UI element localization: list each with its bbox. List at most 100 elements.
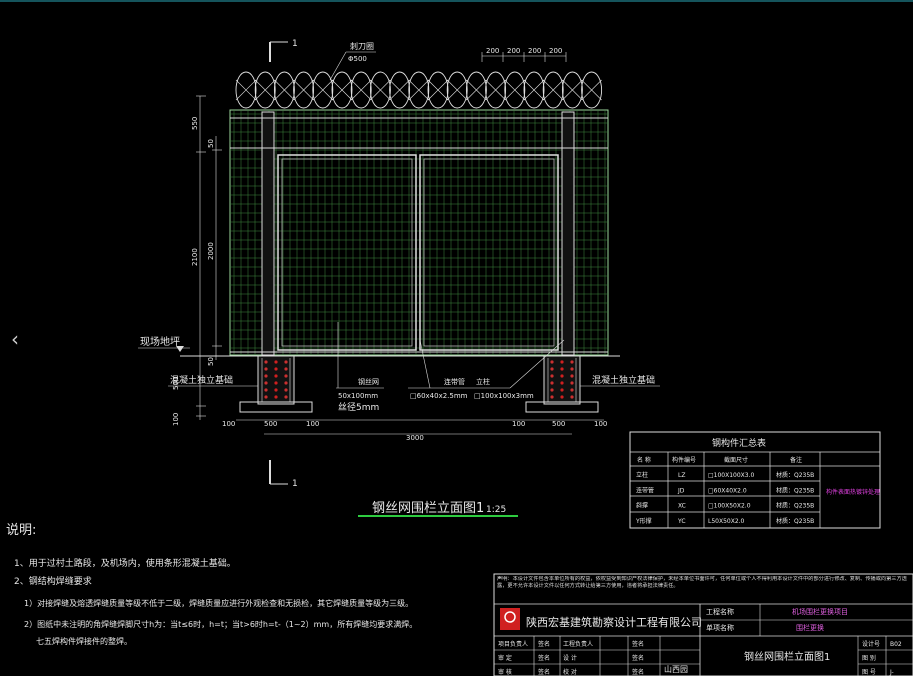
fence-mesh [229,109,609,356]
table-cell: JD [677,487,685,494]
note-line-5: 七五焊构件焊接件的整焊。 [36,636,132,646]
tb-r2c4: 签名 [632,654,644,662]
project-value: 机场围栏更换项目 [792,607,848,616]
left-dim-550: 550 [191,117,199,130]
titleblock-drawing-title: 钢丝网围栏立面图1 [744,650,830,663]
left-dim-100: 100 [172,413,180,426]
cad-drawing-viewer: { "colors":{"background":"#000000","line… [0,0,913,676]
tb-r1c1: 项目负责人 [498,640,528,648]
bottom-dimensions: 100 500 100 100 500 100 3000 [222,419,607,442]
left-dim-2000: 2000 [207,242,215,260]
subproject-label: 单项名称 [706,623,734,632]
tb-r2c1: 审 定 [498,654,512,662]
fence-elevation-drawing: 1 1 刺刀圈 Φ500 现场地坪 混凝土独立基础 混凝土独立基础 钢丝网 50… [0,0,913,676]
foundation-left [239,355,313,413]
razor-wire-diameter: Φ500 [348,55,367,63]
title-block: 声明：本设计文件包含本单位所有的权益，依权益受到知识产权法律保护，未经本单位书面… [493,573,913,676]
subproject-value: 围栏更换 [796,623,824,632]
tb-right-label-1: 设计号 [862,640,880,648]
tb-right-value-1: B02 [890,641,902,648]
left-dim-50-top: 50 [207,139,215,148]
top-dim-3: 200 [528,47,541,55]
tb-r3c2: 签名 [538,668,550,676]
post-label: 立柱 [476,377,490,386]
top-dimensions: 200 200 200 200 [481,47,567,62]
post-spec: □100x100x3mm [474,392,534,400]
mesh-spec-1: 50x100mm [338,392,378,400]
table-cell: Y形撑 [635,517,652,525]
tb-right-label-3: 图 号 [862,669,876,676]
table-cell: 材质：Q235B [776,517,814,525]
tb-r3c1: 审 核 [498,668,512,676]
table-side-note: 构件表面热镀锌处理 [826,488,880,496]
tb-right-value-3: J- [889,669,894,676]
bottom-dim-4: 100 [512,420,525,428]
section-marker-bottom: 1 [269,460,298,489]
table-header-section: 截面尺寸 [724,456,748,464]
prev-page-icon[interactable]: ‹ [4,326,26,352]
bottom-dim-2: 500 [264,420,277,428]
tb-r2c3: 设 计 [563,654,577,662]
table-cell: YC [677,518,686,525]
note-line-4: 2）图纸中未注明的角焊缝焊脚尺寸h为：当t≤6时，h=t；当t>6时h=t-（1… [24,619,417,629]
ground-label: 现场地坪 [140,335,180,348]
razor-wire-coils [235,71,603,109]
tb-r1c3: 工程负责人 [563,640,593,648]
rail-spec: □60x40x2.5mm [410,392,468,400]
table-cell: 材质：Q235B [776,502,814,510]
section-marker-top: 1 [269,39,298,62]
drawing-title: 钢丝网围栏立面图1 1:25 [358,501,518,517]
table-cell: XC [678,503,686,510]
bottom-dim-6: 100 [594,420,607,428]
table-header-name: 名 称 [637,456,651,464]
project-label: 工程名称 [706,607,734,616]
table-cell: 立柱 [636,471,648,479]
table-cell: L50X50X2.0 [708,518,745,525]
table-cell: 材质：Q235B [776,486,814,494]
tb-r3c4: 签名 [632,668,644,676]
bottom-dim-3: 100 [306,420,319,428]
general-notes: 说明: 1、用于过村土路段，及机场内，使用条形混凝土基础。 2、钢结构焊缝要求 … [6,523,417,646]
tb-r1c4: 签名 [632,640,644,648]
table-cell: 连带管 [636,486,654,494]
table-header-note: 备注 [790,456,802,464]
tb-r1c2: 签名 [538,640,550,648]
signature-label: 山西园 [664,664,688,674]
table-title: 钢构件汇总表 [712,437,766,449]
razor-wire-label: 刺刀圈 [350,42,374,51]
steel-member-table: 钢构件汇总表 名 称 构件编号 截面尺寸 备注 立柱 LZ □100X100X3.0… [629,431,881,529]
drawing-title-text: 钢丝网围栏立面图1 [372,501,484,516]
top-dim-2: 200 [507,47,520,55]
tb-r3c3: 校 对 [563,668,577,676]
mesh-spec-2: 丝径5mm [338,401,379,413]
company-name: 陕西宏基建筑勘察设计工程有限公司 [526,615,702,629]
table-cell: □100X50X2.0 [708,503,751,510]
top-dim-4: 200 [549,47,562,55]
tb-right-label-2: 图 别 [862,654,876,662]
table-cell: □100X100X3.0 [708,472,755,479]
top-dim-1: 200 [486,47,499,55]
mesh-label: 钢丝网 [358,377,379,386]
table-cell: 斜撑 [636,502,648,510]
notes-heading: 说明: [6,523,36,538]
bottom-dim-5: 500 [552,420,565,428]
left-dim-2100: 2100 [191,248,199,266]
table-header-code: 构件编号 [672,456,696,464]
note-line-1: 1、用于过村土路段，及机场内，使用条形混凝土基础。 [14,557,236,569]
footing-label-right: 混凝土独立基础 [592,374,655,386]
drawing-scale: 1:25 [486,505,506,515]
table-cell: □60X40X2.0 [708,487,747,494]
section-number-top: 1 [292,39,298,49]
rail-label: 连带管 [444,377,465,386]
section-number-bottom: 1 [292,479,298,489]
table-cell: 材质：Q235B [776,471,814,479]
tb-r2c2: 签名 [538,654,550,662]
left-dim-500: 500 [172,377,180,390]
note-line-3: 1）对接焊缝及熔透焊缝质量等级不低于二级，焊缝质量应进行外观检查和无损检，其它焊… [24,598,413,608]
note-line-2: 2、钢结构焊缝要求 [14,575,92,587]
title-block-statement: 声明：本设计文件包含本单位所有的权益，依权益受到知识产权法律保护，未经本单位书面… [497,576,907,589]
bottom-dim-1: 100 [222,420,235,428]
bottom-dim-total: 3000 [406,434,424,442]
table-cell: LZ [678,472,685,479]
left-dim-50-bottom: 50 [207,357,215,366]
